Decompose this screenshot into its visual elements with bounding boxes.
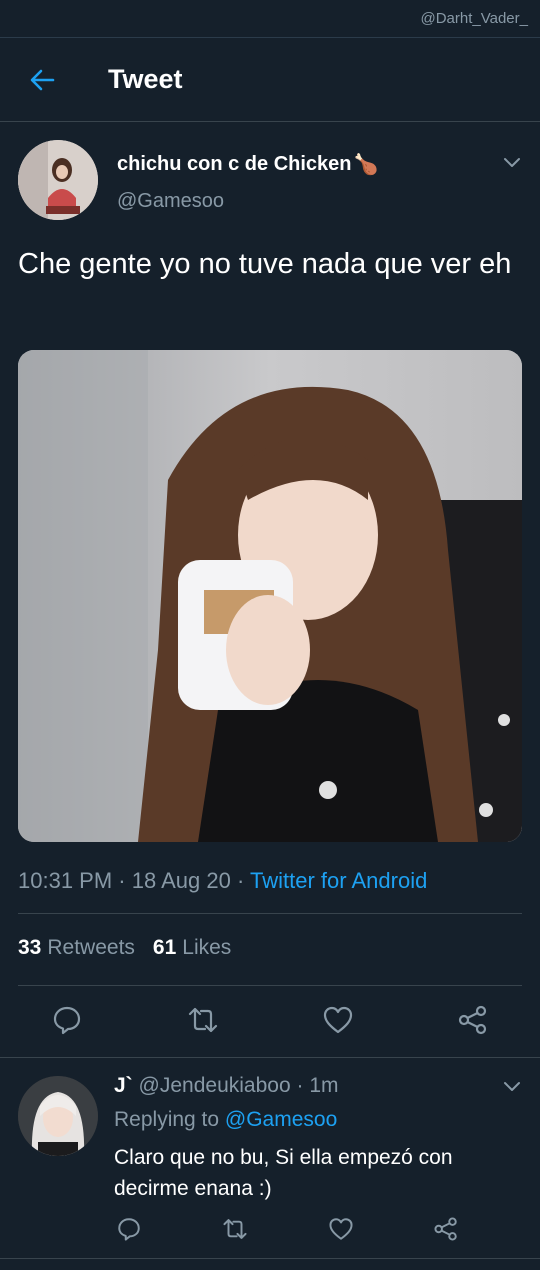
reply-like-icon[interactable]: [328, 1216, 354, 1242]
replying-prefix: Replying to: [114, 1108, 220, 1131]
divider: [18, 913, 522, 914]
reply-share-icon[interactable]: [433, 1216, 459, 1242]
reply-chevron-down-icon[interactable]: [502, 1076, 522, 1096]
reply-text: Claro que no bu, Si ella empezó con deci…: [114, 1146, 453, 1200]
like-icon[interactable]: [322, 1004, 354, 1036]
retweet-icon[interactable]: [187, 1004, 219, 1036]
photo-illustration: [18, 350, 522, 842]
reply-handle[interactable]: @Jendeukiaboo: [139, 1074, 291, 1097]
avatar[interactable]: [18, 140, 98, 220]
reply-icon[interactable]: [51, 1004, 83, 1036]
reply-header: J` @Jendeukiaboo · 1m: [114, 1074, 339, 1098]
back-arrow-icon[interactable]: [28, 66, 56, 94]
reply-time: 1m: [309, 1074, 339, 1097]
reply-tweet[interactable]: J` @Jendeukiaboo · 1m Replying to @Games…: [0, 1070, 540, 1260]
likes-label: Likes: [182, 936, 232, 959]
section-divider: [0, 1057, 540, 1058]
bottom-divider: [0, 1258, 540, 1259]
retweets-stat[interactable]: 33 Retweets: [18, 936, 135, 960]
retweets-label: Retweets: [47, 936, 135, 959]
tweet-photo[interactable]: [18, 350, 522, 842]
reply-avatar[interactable]: [18, 1076, 98, 1156]
reply-separator: ·: [296, 1074, 304, 1097]
meta-separator: ·: [236, 868, 245, 893]
tweet-actions: [0, 1004, 540, 1040]
reply-avatar-photo: [18, 1076, 98, 1156]
watermark: @Darht_Vader_: [420, 10, 528, 27]
tweet-source-link[interactable]: Twitter for Android: [250, 868, 427, 893]
page-title: Tweet: [108, 64, 183, 94]
likes-count: 61: [152, 936, 177, 959]
top-bar: Tweet: [0, 38, 540, 122]
reply-reply-icon[interactable]: [116, 1216, 142, 1242]
tweet-time: 10:31 PM: [18, 868, 113, 893]
divider: [18, 985, 522, 986]
author-name-row: chichu con c de Chicken 🍗: [117, 152, 378, 177]
reply-display-name[interactable]: J`: [114, 1074, 133, 1097]
tweet-meta: 10:31 PM · 18 Aug 20 · Twitter for Andro…: [18, 868, 427, 894]
chicken-leg-icon: 🍗: [353, 154, 379, 176]
replying-to: Replying to @Gamesoo: [114, 1108, 337, 1132]
replying-mention[interactable]: @Gamesoo: [225, 1108, 337, 1131]
avatar-photo: [18, 140, 98, 220]
reply-actions: [0, 1216, 540, 1246]
share-icon[interactable]: [457, 1004, 489, 1036]
tweet-stats: 33 Retweets 61 Likes: [18, 936, 231, 960]
reply-retweet-icon[interactable]: [222, 1216, 248, 1242]
chevron-down-icon[interactable]: [502, 152, 522, 172]
author-handle[interactable]: @Gamesoo: [117, 190, 224, 213]
likes-stat[interactable]: 61 Likes: [153, 936, 231, 960]
meta-separator: ·: [118, 868, 126, 893]
display-name[interactable]: chichu con c de Chicken: [117, 153, 352, 176]
tweet-text: Che gente yo no tuve nada que ver eh: [18, 248, 512, 280]
tweet-date: 18 Aug 20: [131, 868, 231, 893]
retweets-count: 33: [18, 936, 42, 959]
tweet-author: chichu con c de Chicken 🍗 @Gamesoo: [18, 138, 522, 222]
